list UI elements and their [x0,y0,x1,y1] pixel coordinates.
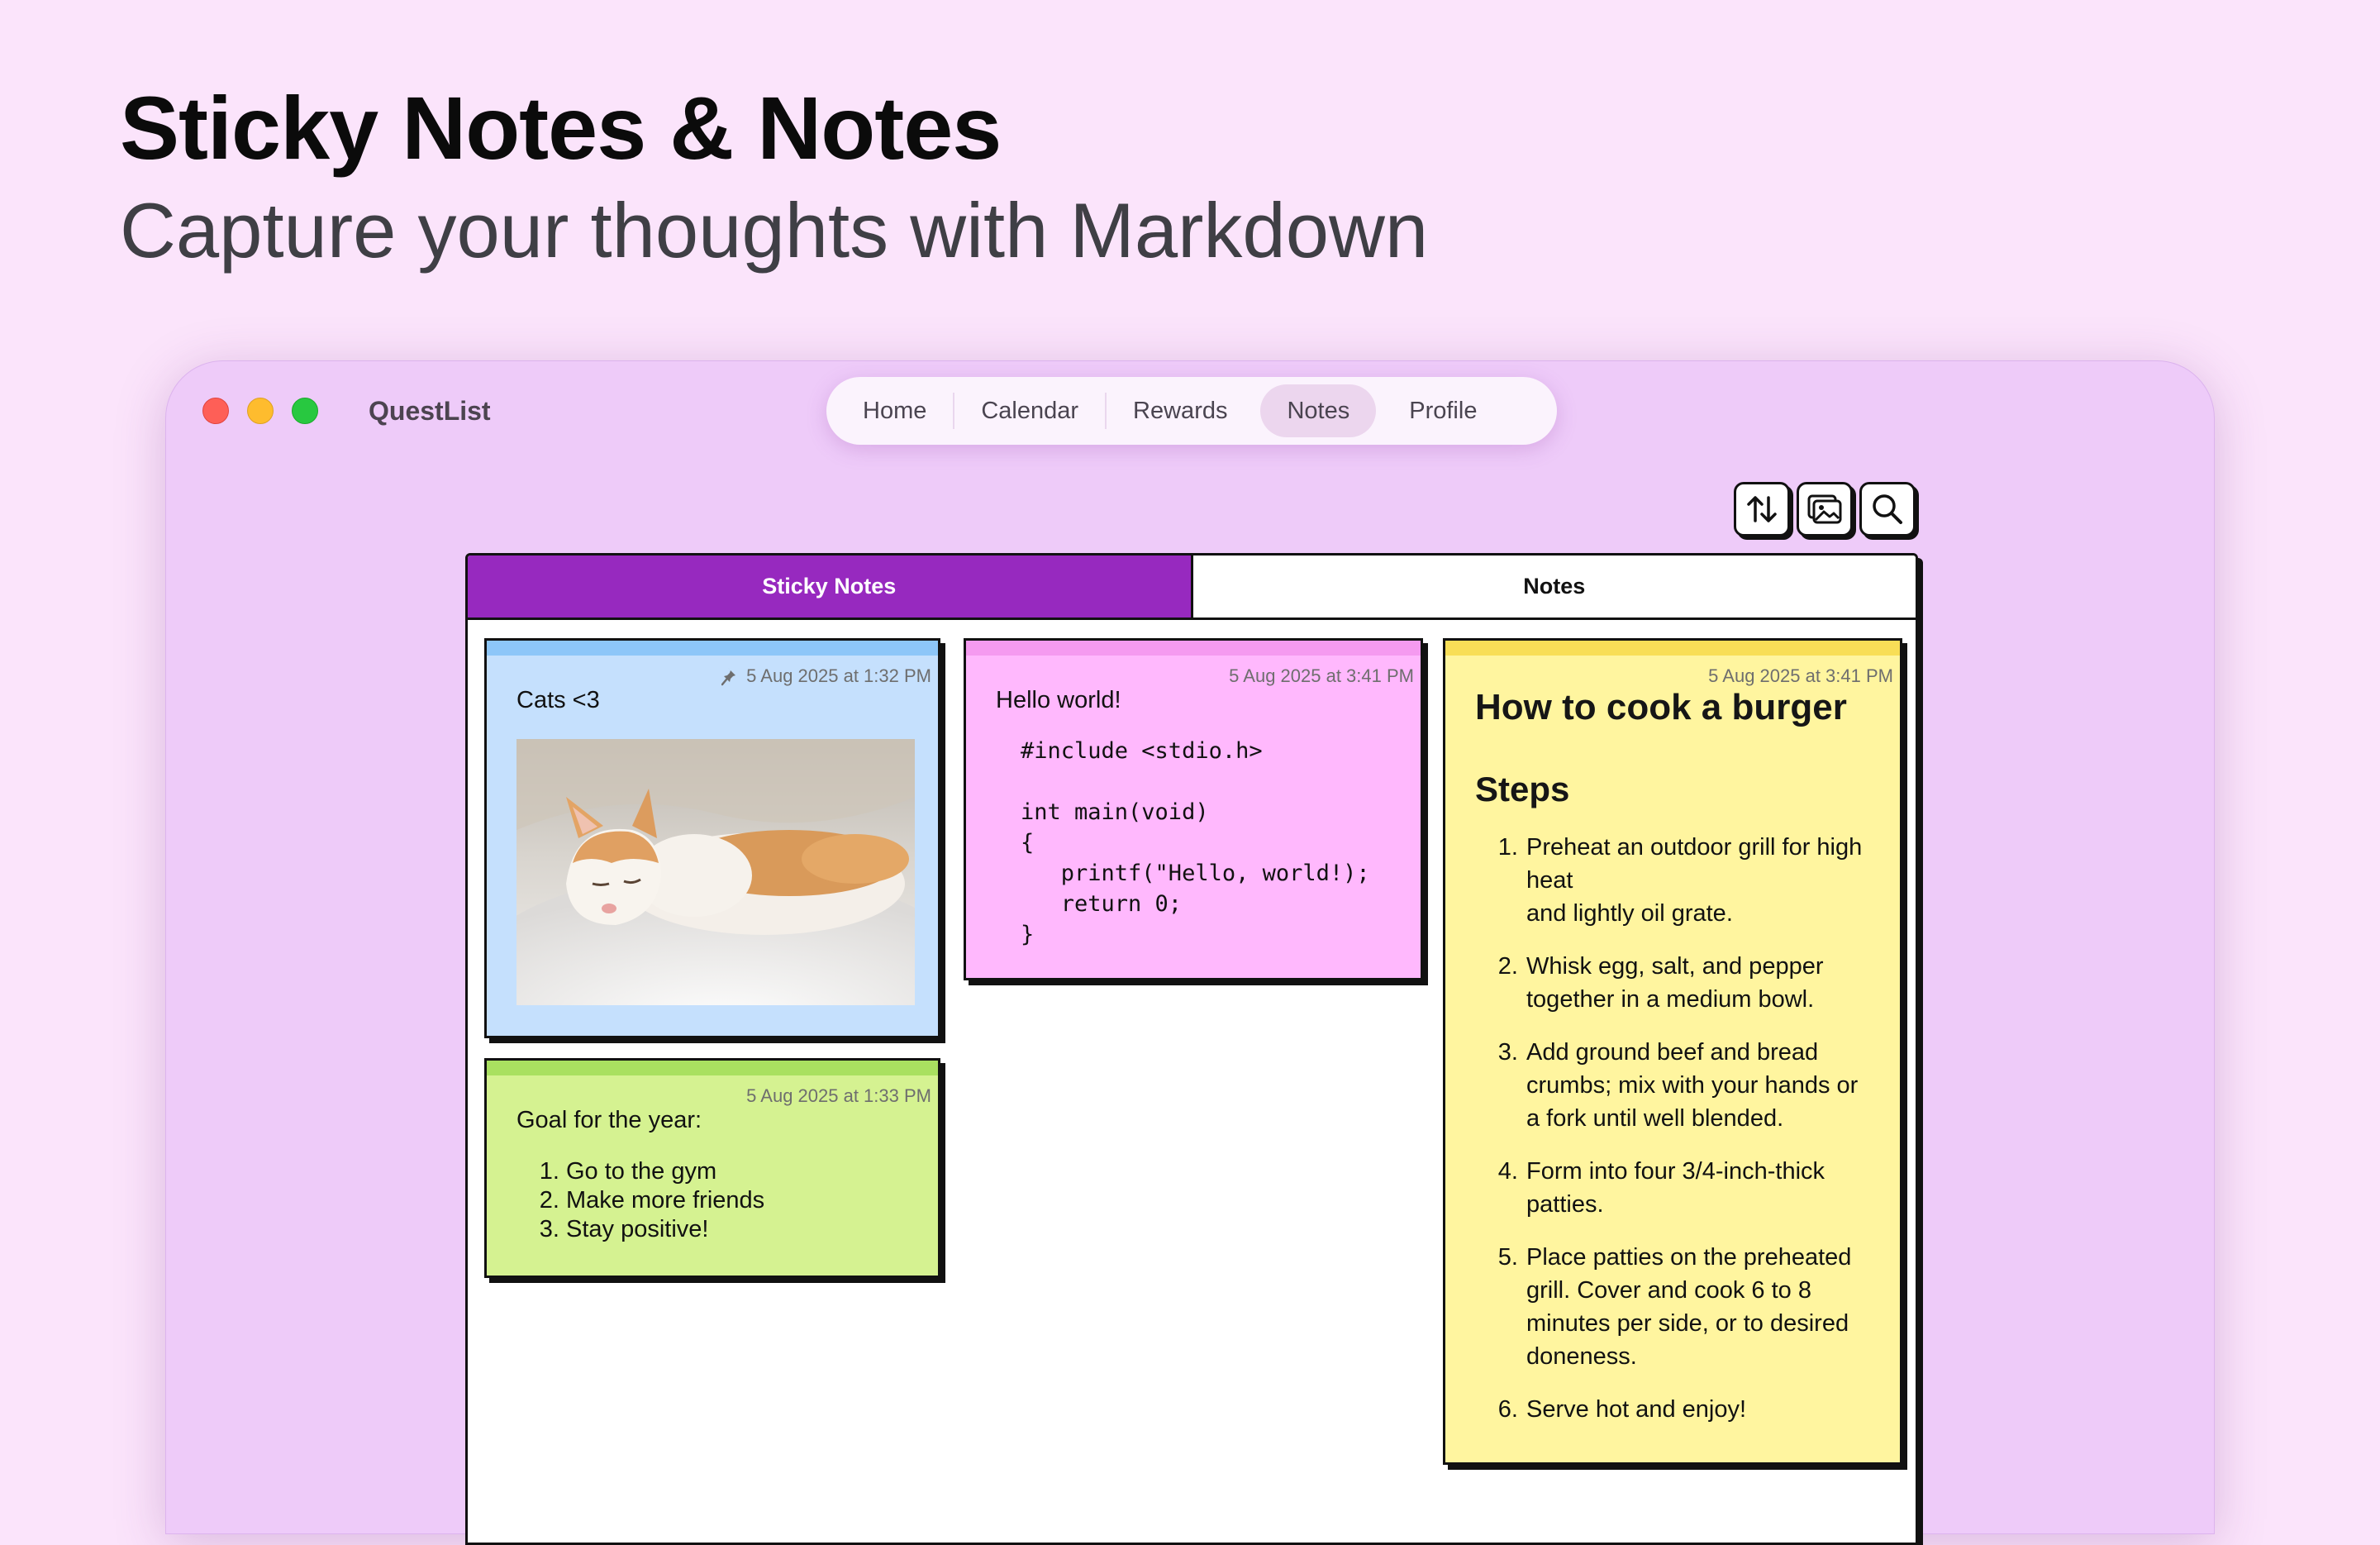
tab-notes[interactable]: Notes [1192,556,1916,618]
list-item: Serve hot and enjoy! [1525,1393,1870,1426]
hero-title: Sticky Notes & Notes [120,78,1002,178]
hero-header: Sticky Notes & Notes Capture your though… [120,76,1428,275]
note-color-strip [1445,641,1900,656]
tab-sticky-notes[interactable]: Sticky Notes [468,556,1193,618]
note-timestamp: 5 Aug 2025 at 1:32 PM [721,665,931,687]
search-button[interactable] [1859,482,1916,536]
note-heading: How to cook a burger [1475,687,1847,727]
minimize-window-button[interactable] [247,398,274,424]
main-nav: Home Calendar Rewards Notes Profile [826,377,1557,445]
list-item: Form into four 3/4-inch-thick patties. [1525,1155,1870,1221]
note-text: Hello world! [996,687,1121,713]
sticky-note-hello[interactable]: 5 Aug 2025 at 3:41 PM Hello world! #incl… [964,638,1423,980]
sort-icon [1747,496,1777,522]
note-timestamp: 5 Aug 2025 at 1:33 PM [746,1085,931,1107]
note-subheading: Steps [1475,770,1570,808]
list-item: Stay positive! [566,1215,908,1244]
notes-panel: Sticky Notes Notes 5 Aug 2025 at 1:32 PM… [465,553,1918,1545]
note-text: Goal for the year: [516,1107,702,1133]
sticky-note-burger[interactable]: 5 Aug 2025 at 3:41 PM How to cook a burg… [1443,638,1902,1465]
window-controls [202,398,318,424]
note-timestamp-text: 5 Aug 2025 at 1:33 PM [746,1085,931,1106]
note-timestamp-text: 5 Aug 2025 at 3:41 PM [1229,665,1414,686]
gallery-button[interactable] [1797,482,1853,536]
gallery-icon [1807,494,1842,524]
nav-rewards[interactable]: Rewards [1107,384,1254,437]
zoom-window-button[interactable] [292,398,318,424]
list-item: Make more friends [566,1186,908,1215]
search-icon [1873,494,1902,524]
note-timestamp: 5 Aug 2025 at 3:41 PM [1229,665,1414,687]
notes-tabs: Sticky Notes Notes [468,556,1916,620]
cat-photo [516,739,915,1005]
note-color-strip [966,641,1421,656]
code-block: #include <stdio.h> int main(void) { prin… [1021,738,1370,947]
pin-icon [721,668,736,686]
app-window: QuestList Home Calendar Rewards Notes Pr… [165,360,2215,1545]
note-timestamp-text: 5 Aug 2025 at 1:32 PM [746,665,931,686]
note-timestamp: 5 Aug 2025 at 3:41 PM [1708,665,1893,687]
sort-button[interactable] [1734,482,1790,536]
sticky-note-goal[interactable]: 5 Aug 2025 at 1:33 PM Goal for the year:… [484,1058,940,1278]
list-item: Place patties on the preheated grill. Co… [1525,1241,1870,1373]
list-item: Preheat an outdoor grill for high heat a… [1525,831,1870,930]
list-item: Whisk egg, salt, and pepper together in … [1525,950,1870,1016]
nav-calendar[interactable]: Calendar [954,384,1105,437]
hero-subtitle: Capture your thoughts with Markdown [120,187,1429,274]
list-item: Add ground beef and bread crumbs; mix wi… [1525,1036,1870,1135]
note-color-strip [487,1061,938,1075]
close-window-button[interactable] [202,398,229,424]
notes-toolbar [1734,482,1916,536]
steps-list: Preheat an outdoor grill for high heat a… [1475,831,1870,1426]
note-text: Cats <3 [516,687,600,713]
list-item: Go to the gym [566,1157,908,1186]
nav-profile[interactable]: Profile [1383,384,1503,437]
nav-notes[interactable]: Notes [1260,384,1377,437]
sticky-note-cats[interactable]: 5 Aug 2025 at 1:32 PM Cats <3 [484,638,940,1038]
note-timestamp-text: 5 Aug 2025 at 3:41 PM [1708,665,1893,686]
goal-list: Go to the gym Make more friends Stay pos… [516,1157,908,1244]
note-color-strip [487,641,938,656]
nav-home[interactable]: Home [836,384,953,437]
app-title: QuestList [369,396,491,426]
